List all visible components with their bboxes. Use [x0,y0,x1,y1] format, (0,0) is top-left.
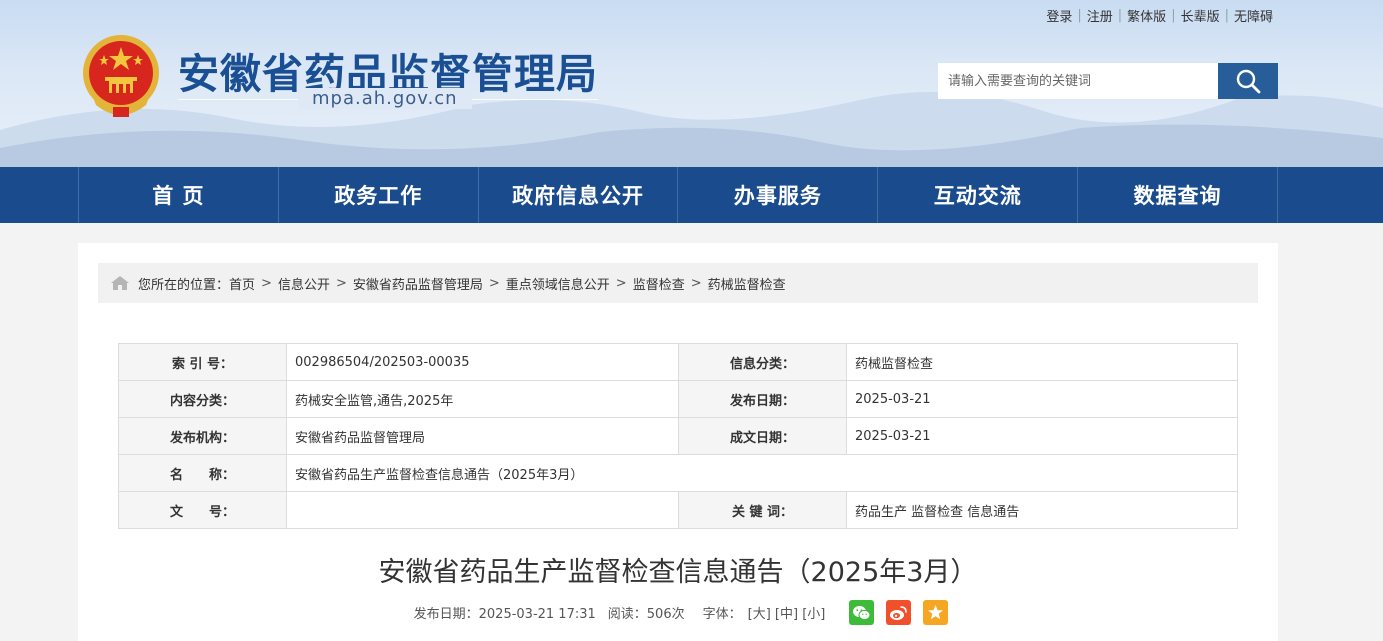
breadcrumb-home[interactable]: 首页 [229,274,255,293]
register-link[interactable]: 注册 [1082,6,1118,25]
publishing-org-value: 安徽省药品监督管理局 [286,417,679,455]
info-category-value: 药械监督检查 [846,343,1238,381]
breadcrumb-separator: > [690,275,702,291]
created-date-value: 2025-03-21 [846,417,1238,455]
document-number-value [286,491,679,529]
site-domain: mpa.ah.gov.cn [298,88,472,109]
breadcrumb: 您所在的位置： 首页 > 信息公开 > 安徽省药品监督管理局 > 重点领域信息公… [98,263,1258,303]
search-icon [1236,69,1261,94]
table-row: 内容分类： 药械安全监管,通告,2025年 发布日期： 2025-03-21 [118,380,1238,418]
font-medium-button[interactable]: [中] [775,607,798,622]
wechat-icon [853,605,871,620]
wechat-share-button[interactable] [849,600,875,625]
keywords-label: 关 键 词： [678,491,847,529]
breadcrumb-key-areas[interactable]: 重点领域信息公开 [506,274,610,293]
publish-date-value: 2025-03-21 [846,380,1238,418]
index-number-value: 002986504/202503-00035 [286,343,679,381]
traditional-chinese-link[interactable]: 繁体版 [1122,6,1171,25]
breadcrumb-separator: > [615,275,627,291]
breadcrumb-prefix: 您所在的位置： [138,277,230,293]
table-row: 索 引 号： 002986504/202503-00035 信息分类： 药械监督… [118,343,1238,381]
nav-services[interactable]: 办事服务 [678,167,879,223]
nav-info-disclosure[interactable]: 政府信息公开 [479,167,679,223]
search-input[interactable] [938,63,1218,99]
document-metadata-table: 索 引 号： 002986504/202503-00035 信息分类： 药械监督… [118,343,1238,529]
created-date-label: 成文日期： [678,417,847,455]
keywords-value: 药品生产 监督检查 信息通告 [846,491,1238,529]
share-buttons [837,600,949,625]
index-number-label: 索 引 号： [118,343,287,381]
accessibility-link[interactable]: 无障碍 [1229,6,1278,25]
weibo-share-button[interactable] [886,600,912,625]
breadcrumb-info-disclosure[interactable]: 信息公开 [278,274,330,293]
breadcrumb-bureau[interactable]: 安徽省药品监督管理局 [353,274,483,293]
breadcrumb-separator: > [488,275,500,291]
weibo-icon [890,605,908,620]
top-links: 登录 | 注册 | 繁体版 | 长辈版 | 无障碍 [1041,6,1278,25]
nav-home[interactable]: 首 页 [79,167,279,223]
nav-government-affairs[interactable]: 政务工作 [279,167,479,223]
home-icon [110,275,130,291]
main-content: 您所在的位置： 首页 > 信息公开 > 安徽省药品监督管理局 > 重点领域信息公… [78,243,1278,641]
article-publish-info: 发布日期：2025-03-21 17:31 [413,607,596,622]
main-nav: 首 页 政务工作 政府信息公开 办事服务 互动交流 数据查询 [0,167,1383,223]
nav-interaction[interactable]: 互动交流 [878,167,1079,223]
site-header: 登录 | 注册 | 繁体版 | 长辈版 | 无障碍 安徽省药品监督管理局 mpa.ah.… [0,0,1383,167]
national-emblem-logo [83,35,159,117]
content-category-value: 药械安全监管,通告,2025年 [286,380,679,418]
table-row: 名 称： 安徽省药品生产监督检查信息通告（2025年3月） [118,454,1238,492]
search-box [938,63,1278,99]
breadcrumb-separator: > [335,275,347,291]
publish-date-label: 发布日期： [678,380,847,418]
article-views: 阅读：506次 [607,607,685,622]
elderly-version-link[interactable]: 长辈版 [1176,6,1225,25]
breadcrumb-supervision[interactable]: 监督检查 [633,274,685,293]
document-name-label: 名 称： [118,454,287,492]
info-category-label: 信息分类： [678,343,847,381]
table-row: 发布机构： 安徽省药品监督管理局 成文日期： 2025-03-21 [118,417,1238,455]
content-category-label: 内容分类： [118,380,287,418]
document-number-label: 文 号： [118,491,287,529]
breadcrumb-drug-device-inspection[interactable]: 药械监督检查 [708,274,786,293]
search-button[interactable] [1218,63,1278,99]
breadcrumb-separator: > [261,275,272,291]
font-small-button[interactable]: [小] [802,607,825,622]
star-icon [928,605,944,620]
table-row: 文 号： 关 键 词： 药品生产 监督检查 信息通告 [118,491,1238,529]
font-size-control: 字体： [大] [中] [小] [697,603,826,622]
favorite-share-button[interactable] [923,600,949,625]
article-info-bar: 发布日期：2025-03-21 17:31 阅读：506次 字体： [大] [中]… [78,600,1278,625]
font-size-label: 字体： [702,607,742,622]
article-title: 安徽省药品生产监督检查信息通告（2025年3月） [378,557,978,588]
publishing-org-label: 发布机构： [118,417,287,455]
document-name-value: 安徽省药品生产监督检查信息通告（2025年3月） [286,454,1238,492]
font-large-button[interactable]: [大] [748,607,771,622]
nav-data-query[interactable]: 数据查询 [1078,167,1278,223]
login-link[interactable]: 登录 [1041,6,1077,25]
